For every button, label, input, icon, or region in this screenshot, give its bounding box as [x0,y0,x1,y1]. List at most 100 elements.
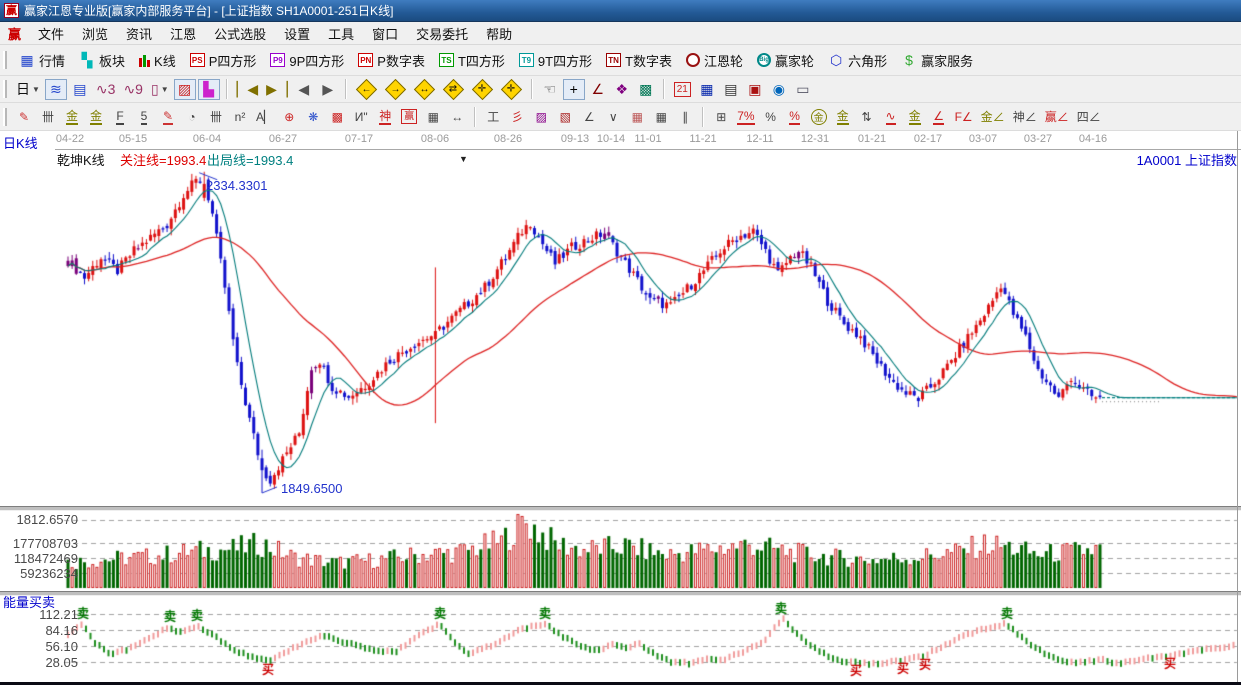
toolbar-button-ratio-table[interactable]: ⊞ [710,106,732,127]
toolbar-button-f-angle[interactable]: F∠ [952,106,976,127]
toolbar-button-t-number-table[interactable]: TN T数字表 [599,49,679,72]
toolbar-button-page-left[interactable]: ◀ [293,79,315,100]
menu-item-资讯[interactable]: 资讯 [117,22,161,45]
toolbar-button-page-right[interactable]: ▶ [317,79,339,100]
toolbar-button-wave-3[interactable]: ∿3 [93,79,119,100]
toolbar-button-dark-grid[interactable]: ▦ [650,106,672,127]
toolbar-button-kline[interactable]: K线 [132,49,183,72]
toolbar-button-angle-lines[interactable]: ∠ [578,106,600,127]
toolbar-button-brush-fence[interactable]: ✎ [157,106,179,127]
toolbar-button-info-panel[interactable]: ▤ [69,79,91,100]
indicator-canvas[interactable] [0,596,1241,682]
toolbar-button-percent-under[interactable]: % [784,106,806,127]
toolbar-button-sectors[interactable]: ▚ 板块 [72,49,132,72]
toolbar-button-updown-tool[interactable]: ⇅ [856,106,878,127]
toolbar-button-winner-service[interactable]: $ 赢家服务 [894,49,980,72]
toolbar-button-shift-right[interactable]: → [382,78,409,100]
toolbar-button-red-grid[interactable]: ▦ [626,106,648,127]
toolbar-button-span-arrows[interactable]: ↔ [446,106,468,127]
toolbar-button-candle-style[interactable]: ▯ ▼ [148,79,172,100]
toolbar-button-f-fence[interactable]: F [109,106,131,127]
toolbar-button-star-web[interactable]: ❋ [302,106,324,127]
toolbar-button-gold-circle[interactable]: 金 [808,106,830,127]
toolbar-button-ray-fan[interactable]: 彡 [506,106,528,127]
menu-item-公式选股[interactable]: 公式选股 [205,22,275,45]
toolbar-button-win-box[interactable]: 赢 [398,106,420,127]
toolbar-button-j-angle[interactable]: ∠ [928,106,950,127]
toolbar-button-compress-horizontal[interactable]: ⇄ [440,78,467,100]
toolbar-button-p-number-table[interactable]: PN P数字表 [351,49,432,72]
toolbar-button-9p-square[interactable]: P9 9P四方形 [263,49,351,72]
toolbar-button-hand-tool[interactable]: ☜ [539,79,561,100]
menu-item-文件[interactable]: 文件 [29,22,73,45]
toolbar-button-notes[interactable]: ▤ [720,79,742,100]
menu-item-江恩[interactable]: 江恩 [161,22,205,45]
toolbar-button-save[interactable]: ▣ [744,79,766,100]
toolbar-button-go-first[interactable]: ▏◀ [234,79,262,100]
toolbar-button-a-line[interactable]: A▏ [253,106,276,127]
toolbar-button-calendar[interactable]: 21 [671,79,694,100]
toolbar-button-wave-9[interactable]: ∿9 [120,79,146,100]
menu-item-设置[interactable]: 设置 [275,22,319,45]
toolbar-button-four-angle[interactable]: 四∠ [1074,106,1104,127]
menu-item-浏览[interactable]: 浏览 [73,22,117,45]
toolbar-button-expand-horizontal[interactable]: ↔ [411,78,438,100]
toolbar-button-gann-wheel[interactable]: 江恩轮 [679,49,750,72]
toolbar-button-shen-fence[interactable]: 神 [374,106,396,127]
toolbar-button-percent[interactable]: % [760,106,782,127]
toolbar-button-percent-line[interactable]: 7% [734,106,757,127]
volume-canvas[interactable] [0,511,1241,591]
toolbar-button-circle-cross[interactable]: ⊕ [278,106,300,127]
toolbar-button-gold-level[interactable]: 金 [832,106,854,127]
toolbar-button-wave-overlay[interactable]: ≋ [44,78,67,100]
toolbar-button-print[interactable]: ▭ [792,79,814,100]
toolbar-button-n-quote[interactable]: И" [350,106,372,127]
toolbar-button-go-last[interactable]: ▶▕ [263,79,291,100]
main-kline-canvas[interactable] [0,166,1241,506]
toolbar-button-square-web[interactable]: ▩ [326,106,348,127]
toolbar-button-calculator[interactable]: ▦ [696,79,718,100]
toolbar-button-ray-box-1[interactable]: ▨ [530,106,552,127]
toolbar-button-parallel-lines[interactable]: ∥ [674,106,696,127]
toolbar-button-pattern-overlay[interactable]: ▨ [173,78,196,100]
toolbar-button-gold-angle[interactable]: 金∠ [978,106,1008,127]
toolbar-button-shen-angle[interactable]: 神∠ [1010,106,1040,127]
toolbar-button-hexagon[interactable]: ⬡ 六角形 [821,49,894,72]
toolbar-button-shift-left[interactable]: ← [353,78,380,100]
toolbar-button-crosshair-tool[interactable]: + [562,78,585,100]
toolbar-button-gold-band[interactable]: 金 [904,106,926,127]
toolbar-button-9t-square[interactable]: T9 9T四方形 [512,49,599,72]
toolbar-grip[interactable] [3,107,7,126]
toolbar-button-ray-box-2[interactable]: ▧ [554,106,576,127]
toolbar-button-histogram-overlay[interactable]: ▙ [197,78,220,100]
toolbar-button-zoom-out[interactable]: ✛ [469,78,496,100]
toolbar-grip[interactable] [3,80,7,98]
toolbar-button-export[interactable]: ◉ [768,79,790,100]
toolbar-button-trendline-tool[interactable]: ∠ [587,79,609,100]
toolbar-button-wave-band[interactable]: ∿ [880,106,902,127]
menu-item-窗口[interactable]: 窗口 [363,22,407,45]
toolbar-grip[interactable] [3,51,7,69]
menu-item-帮助[interactable]: 帮助 [477,22,521,45]
toolbar-button-grid-123[interactable]: ▦ [422,106,444,127]
toolbar-button-maze-tool[interactable]: ▩ [635,79,657,100]
toolbar-button-grid-lines[interactable]: 卌 [37,106,59,127]
toolbar-button-t-square[interactable]: TS T四方形 [432,49,512,72]
toolbar-button-gold-fence-1[interactable]: 金 [61,106,83,127]
toolbar-button-spiral-5[interactable]: 5 [133,106,155,127]
toolbar-button-gold-fence-2[interactable]: 金 [85,106,107,127]
toolbar-button-v-dots[interactable]: ∨ [602,106,624,127]
menu-item-交易委托[interactable]: 交易委托 [407,22,477,45]
toolbar-button-gann-tool[interactable]: ❖ [611,79,633,100]
toolbar-button-draw-brush[interactable]: ✎ [13,106,35,127]
toolbar-button-time-lines[interactable]: 卌 [205,106,227,127]
toolbar-button-n-square[interactable]: n² [229,106,251,127]
toolbar-button-zoom-in[interactable]: ✛ [498,78,525,100]
toolbar-button-quotes[interactable]: ▦ 行情 [12,49,72,72]
toolbar-button-p-square[interactable]: PS P四方形 [183,49,264,72]
toolbar-button-win-angle[interactable]: 赢∠ [1042,106,1072,127]
toolbar-button-period-selector[interactable]: 日 ▼ [13,79,43,100]
toolbar-button-winner-wheel[interactable]: Big 赢家轮 [750,49,821,72]
menu-item-工具[interactable]: 工具 [319,22,363,45]
toolbar-button-time-clock[interactable]: ◔ [181,106,203,127]
